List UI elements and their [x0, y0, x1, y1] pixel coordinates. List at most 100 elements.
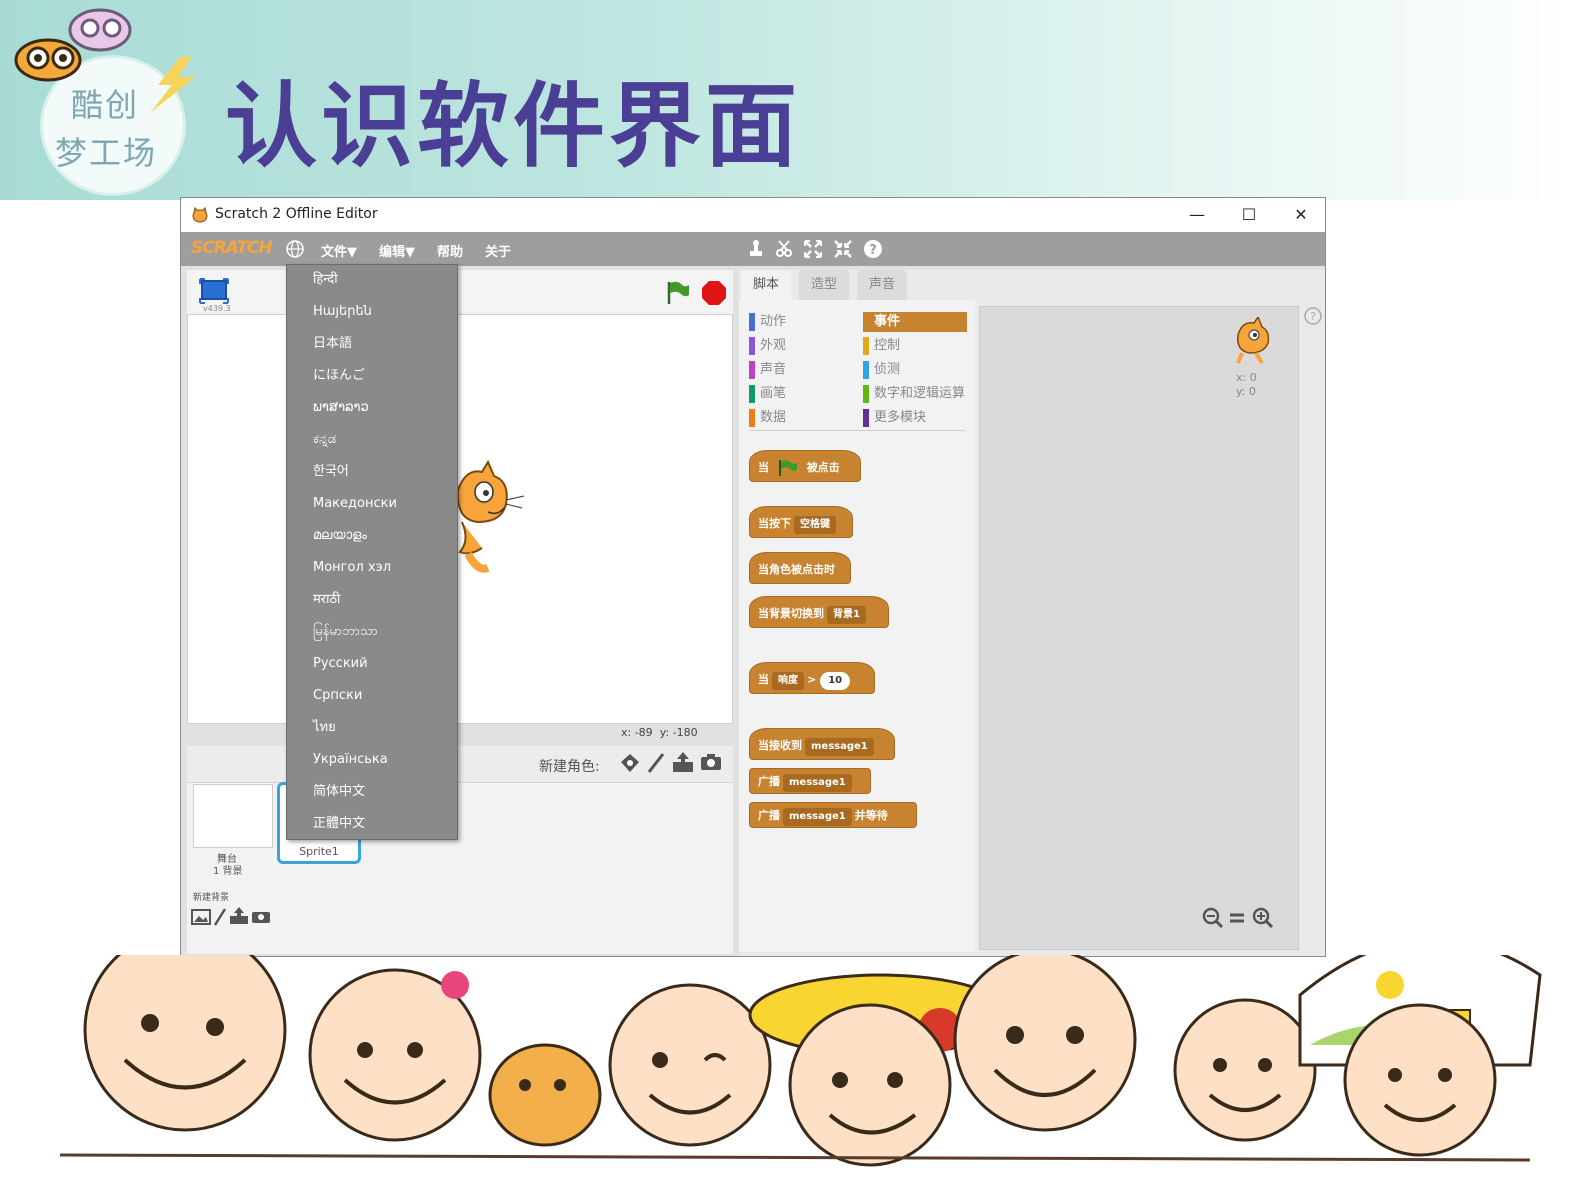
zoom-in-icon[interactable]	[1252, 907, 1274, 929]
block-palette: 动作 外观 声音 画笔 数据 事件 控制 侦测 数字和逻辑运算 更多模块 当 被…	[739, 300, 975, 952]
stage-canvas[interactable]	[187, 314, 733, 724]
scratch-logo[interactable]: SCRATCH	[191, 238, 273, 258]
svg-text:?: ?	[869, 243, 877, 258]
category-sound[interactable]: 声音	[749, 360, 786, 380]
menu-edit[interactable]: 编辑▼	[379, 241, 415, 260]
cartoon-kids-illustration	[59, 955, 1542, 1167]
camera-icon[interactable]	[699, 752, 723, 772]
language-item[interactable]: ไทย	[313, 718, 336, 738]
minimize-button[interactable]: —	[1177, 202, 1217, 228]
block-when-receive[interactable]: 当接收到 message1	[749, 728, 895, 760]
category-events[interactable]: 事件	[863, 312, 967, 332]
block-when-sensor-greater[interactable]: 当响度 >10	[749, 662, 875, 694]
mouse-coordinates: x: -89 y: -180	[621, 726, 698, 739]
scripts-help-icon[interactable]: ?	[1303, 306, 1323, 326]
language-item[interactable]: 正體中文	[313, 814, 365, 834]
block-broadcast[interactable]: 广播 message1	[749, 768, 871, 794]
ground-line-icon	[59, 1153, 1531, 1162]
block-when-backdrop-switches[interactable]: 当背景切换到 背景1	[749, 596, 889, 628]
menu-about[interactable]: 关于	[485, 241, 511, 260]
language-item[interactable]: Монгол хэл	[313, 558, 391, 578]
category-operators[interactable]: 数字和逻辑运算	[863, 384, 967, 404]
script-area[interactable]: x: 0 y: 0	[979, 306, 1299, 950]
zoom-out-icon[interactable]	[1202, 907, 1224, 929]
menu-file[interactable]: 文件▼	[321, 241, 357, 260]
sprite-name: Sprite1	[299, 845, 339, 858]
green-flag-icon[interactable]	[665, 280, 691, 306]
scratch-cat-sprite[interactable]	[448, 460, 528, 590]
block-broadcast-and-wait[interactable]: 广播 message1 并等待	[749, 802, 917, 828]
category-list-left: 动作 外观 声音 画笔 数据	[749, 312, 786, 428]
tab-scripts[interactable]: 脚本	[741, 270, 792, 300]
language-item[interactable]: Українська	[313, 750, 388, 770]
logo-line2: 梦工场	[55, 134, 158, 172]
menu-help[interactable]: 帮助	[437, 241, 463, 260]
category-sensing[interactable]: 侦测	[863, 360, 967, 380]
window-title: Scratch 2 Offline Editor	[215, 206, 378, 222]
menu-bar: SCRATCH 文件▼ 编辑▼ 帮助 关于 ?	[181, 232, 1325, 266]
stop-sign-icon[interactable]	[701, 280, 727, 306]
paint-new-sprite-icon[interactable]	[645, 752, 667, 774]
paint-backdrop-icon[interactable]	[213, 908, 227, 926]
stage-header: v439.3	[187, 270, 733, 314]
header-banner: 酷创 梦工场 认识软件界面	[0, 0, 1575, 200]
language-item[interactable]: Македонски	[313, 494, 397, 514]
category-motion[interactable]: 动作	[749, 312, 786, 332]
language-item[interactable]: ພາສາລາວ	[313, 398, 369, 418]
language-menu: हिन्दी Hայերեն 日本語 にほんご ພາສາລາວ ಕನ್ನಡ 한국…	[286, 264, 458, 840]
block-when-sprite-clicked[interactable]: 当角色被点击时	[749, 552, 851, 584]
shrink-icon[interactable]	[833, 239, 853, 259]
duplicate-stamp-icon[interactable]	[746, 239, 766, 259]
category-data[interactable]: 数据	[749, 408, 786, 428]
stage-thumbnail[interactable]	[193, 784, 273, 848]
help-icon[interactable]: ?	[863, 239, 883, 259]
grow-icon[interactable]	[803, 239, 823, 259]
upload-sprite-icon[interactable]	[671, 750, 695, 774]
kid-face-6-icon	[1343, 1003, 1497, 1157]
category-pen[interactable]: 画笔	[749, 384, 786, 404]
sprite-x: x: 0	[1236, 371, 1257, 384]
language-item[interactable]: മലയാളം	[313, 526, 367, 546]
language-item[interactable]: मराठी	[313, 590, 340, 610]
delete-scissors-icon[interactable]	[774, 239, 794, 259]
backdrop-camera-icon[interactable]	[251, 908, 271, 924]
new-backdrop-label: 新建背景	[193, 893, 230, 903]
category-looks[interactable]: 外观	[749, 336, 786, 356]
zoom-reset-icon[interactable]	[1228, 909, 1246, 927]
category-more-blocks[interactable]: 更多模块	[863, 408, 967, 428]
cat-face-icon	[488, 1043, 602, 1147]
kid-face-3-icon	[608, 983, 772, 1147]
stage-backdrop-count: 1 背景	[213, 866, 243, 877]
language-item[interactable]: हिन्दी	[313, 270, 338, 290]
backdrop-library-icon[interactable]	[191, 908, 211, 926]
maximize-button[interactable]: ☐	[1229, 202, 1269, 228]
title-bar: Scratch 2 Offline Editor — ☐ ✕	[181, 198, 1325, 232]
upload-backdrop-icon[interactable]	[229, 906, 249, 926]
editor-panel: 脚本 造型 声音 动作 外观 声音 画笔 数据 事件 控制 侦测 数字和逻辑运算…	[739, 270, 1325, 956]
language-item[interactable]: 日本語	[313, 334, 352, 354]
language-item[interactable]: Русский	[313, 654, 368, 674]
choose-sprite-library-icon[interactable]	[619, 752, 641, 774]
language-item[interactable]: ಕನ್ನಡ	[313, 430, 336, 450]
language-item[interactable]: 한국어	[313, 462, 349, 482]
block-when-key-pressed[interactable]: 当按下 空格键	[749, 506, 853, 538]
palette-divider	[749, 430, 965, 431]
language-item[interactable]: にほんご	[313, 366, 365, 386]
lightning-icon	[150, 57, 195, 113]
language-item[interactable]: မြန်မာဘာသာ	[313, 622, 378, 642]
robot-mascot-icon	[14, 8, 132, 82]
presentation-mode-icon[interactable]	[199, 278, 229, 304]
close-button[interactable]: ✕	[1281, 202, 1321, 228]
language-item[interactable]: Hայերեն	[313, 302, 372, 322]
block-when-flag-clicked[interactable]: 当 被点击	[749, 450, 861, 482]
sprite-pane: 新建角色: 舞台 1 背景 新建背景 Sprite1	[187, 746, 733, 954]
kid-face-2-icon	[308, 968, 482, 1142]
category-list-right: 事件 控制 侦测 数字和逻辑运算 更多模块	[863, 312, 967, 428]
tab-costumes[interactable]: 造型	[799, 270, 850, 300]
tab-sounds[interactable]: 声音	[857, 270, 908, 300]
language-item[interactable]: Српски	[313, 686, 362, 706]
language-item[interactable]: 简体中文	[313, 782, 365, 802]
category-control[interactable]: 控制	[863, 336, 967, 356]
globe-icon[interactable]	[285, 239, 305, 259]
coord-x: x: -89	[621, 726, 653, 739]
